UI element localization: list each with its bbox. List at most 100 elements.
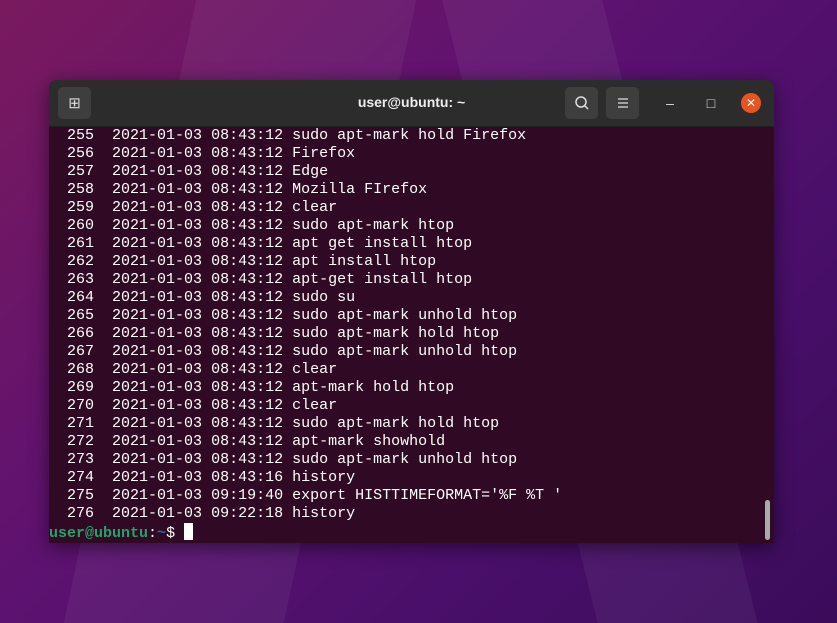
history-time: 08:43:12 [211,199,284,216]
history-line: 259 2021-01-03 08:43:12 clear [49,199,774,217]
history-line: 263 2021-01-03 08:43:12 apt-get install … [49,271,774,289]
history-line: 270 2021-01-03 08:43:12 clear [49,397,774,415]
history-command: apt-get install htop [292,271,473,288]
history-line: 266 2021-01-03 08:43:12 sudo apt-mark ho… [49,325,774,343]
history-time: 08:43:12 [211,451,284,468]
history-number: 261 [67,235,95,252]
history-date: 2021-01-03 [112,289,203,306]
history-date: 2021-01-03 [112,451,203,468]
history-number: 255 [67,127,95,144]
history-command: export HISTTIMEFORMAT='%F %T ' [292,487,563,504]
prompt-path: ~ [157,525,167,542]
history-date: 2021-01-03 [112,361,203,378]
history-line: 269 2021-01-03 08:43:12 apt-mark hold ht… [49,379,774,397]
terminal-window: ⊞ user@ubuntu: ~ – □ ✕ 255 2021-01-03 08… [49,80,774,543]
prompt-line[interactable]: user@ubuntu:~$ [49,523,774,542]
history-time: 08:43:12 [211,181,284,198]
history-date: 2021-01-03 [112,433,203,450]
history-date: 2021-01-03 [112,397,203,414]
history-line: 258 2021-01-03 08:43:12 Mozilla FIrefox [49,181,774,199]
history-time: 08:43:12 [211,415,284,432]
history-line: 271 2021-01-03 08:43:12 sudo apt-mark ho… [49,415,774,433]
history-command: apt get install htop [292,235,473,252]
scrollbar[interactable] [765,500,770,540]
history-time: 08:43:12 [211,289,284,306]
history-number: 268 [67,361,95,378]
history-time: 08:43:12 [211,379,284,396]
history-date: 2021-01-03 [112,181,203,198]
history-number: 273 [67,451,95,468]
history-command: sudo apt-mark unhold htop [292,451,518,468]
history-command: Mozilla FIrefox [292,181,428,198]
history-line: 273 2021-01-03 08:43:12 sudo apt-mark un… [49,451,774,469]
menu-button[interactable] [606,87,639,119]
history-line: 264 2021-01-03 08:43:12 sudo su [49,289,774,307]
history-command: sudo apt-mark unhold htop [292,343,518,360]
history-number: 271 [67,415,95,432]
history-command: sudo su [292,289,356,306]
search-button[interactable] [565,87,598,119]
history-command: apt install htop [292,253,437,270]
history-number: 258 [67,181,95,198]
history-number: 269 [67,379,95,396]
history-line: 274 2021-01-03 08:43:16 history [49,469,774,487]
history-command: sudo apt-mark hold htop [292,415,500,432]
history-time: 08:43:12 [211,271,284,288]
history-number: 265 [67,307,95,324]
history-number: 276 [67,505,95,522]
history-date: 2021-01-03 [112,325,203,342]
history-time: 08:43:16 [211,469,284,486]
history-date: 2021-01-03 [112,199,203,216]
maximize-button[interactable]: □ [701,93,721,113]
history-line: 268 2021-01-03 08:43:12 clear [49,361,774,379]
close-button[interactable]: ✕ [741,93,761,113]
minimize-button[interactable]: – [660,93,680,113]
history-time: 08:43:12 [211,307,284,324]
history-number: 272 [67,433,95,450]
prompt-symbol: $ [166,525,185,542]
history-time: 08:43:12 [211,127,284,144]
history-time: 08:43:12 [211,325,284,342]
history-time: 08:43:12 [211,397,284,414]
history-command: history [292,469,356,486]
terminal-output[interactable]: 255 2021-01-03 08:43:12 sudo apt-mark ho… [49,127,774,543]
history-line: 275 2021-01-03 09:19:40 export HISTTIMEF… [49,487,774,505]
prompt-separator: : [148,525,158,542]
history-date: 2021-01-03 [112,163,203,180]
history-number: 260 [67,217,95,234]
history-number: 266 [67,325,95,342]
history-line: 276 2021-01-03 09:22:18 history [49,505,774,523]
history-date: 2021-01-03 [112,127,203,144]
prompt-user: user@ubuntu [49,525,149,542]
history-command: clear [292,199,338,216]
history-line: 255 2021-01-03 08:43:12 sudo apt-mark ho… [49,127,774,145]
history-date: 2021-01-03 [112,307,203,324]
history-number: 267 [67,343,95,360]
history-command: sudo apt-mark unhold htop [292,307,518,324]
history-time: 08:43:12 [211,163,284,180]
history-number: 270 [67,397,95,414]
history-number: 263 [67,271,95,288]
history-command: clear [292,397,338,414]
history-line: 257 2021-01-03 08:43:12 Edge [49,163,774,181]
history-date: 2021-01-03 [112,379,203,396]
history-time: 08:43:12 [211,433,284,450]
history-time: 08:43:12 [211,343,284,360]
history-command: sudo apt-mark htop [292,217,455,234]
history-date: 2021-01-03 [112,505,203,522]
history-line: 272 2021-01-03 08:43:12 apt-mark showhol… [49,433,774,451]
history-date: 2021-01-03 [112,253,203,270]
history-command: sudo apt-mark hold Firefox [292,127,527,144]
history-line: 256 2021-01-03 08:43:12 Firefox [49,145,774,163]
history-time: 09:22:18 [211,505,284,522]
history-time: 08:43:12 [211,361,284,378]
history-command: sudo apt-mark hold htop [292,325,500,342]
history-time: 09:19:40 [211,487,284,504]
history-date: 2021-01-03 [112,271,203,288]
history-date: 2021-01-03 [112,415,203,432]
history-number: 259 [67,199,95,216]
search-icon [574,96,589,110]
history-number: 264 [67,289,95,306]
history-date: 2021-01-03 [112,469,203,486]
header-bar: ⊞ user@ubuntu: ~ – □ ✕ [49,80,774,127]
